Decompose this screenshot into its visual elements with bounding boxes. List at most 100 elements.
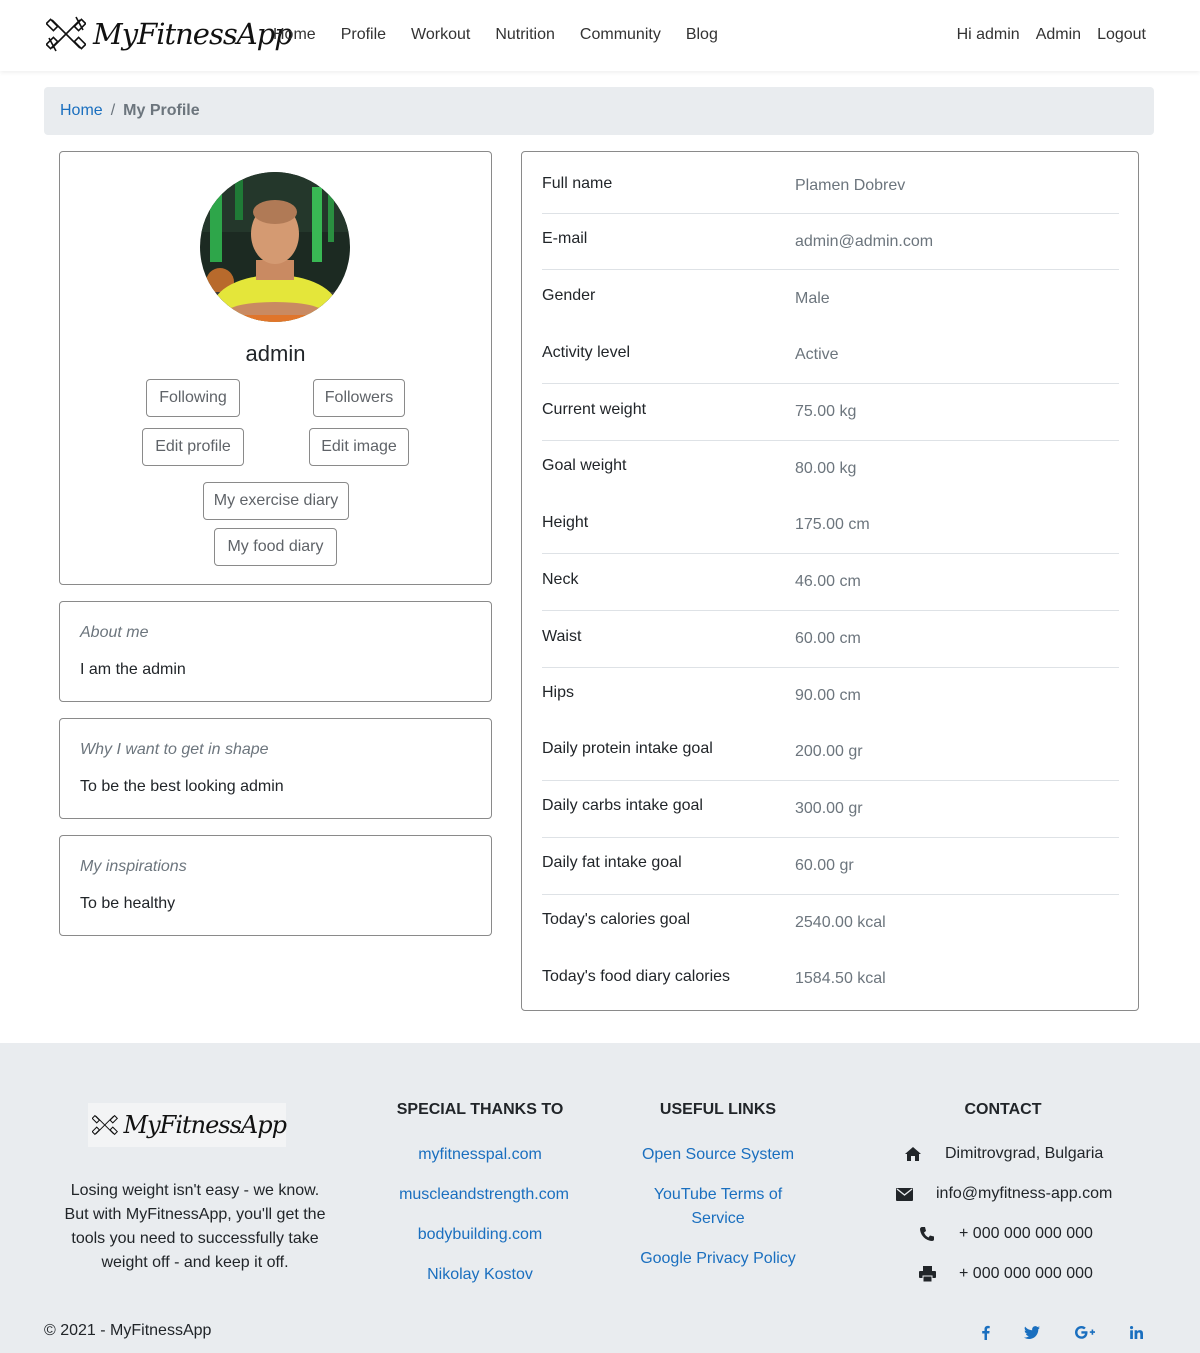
home-icon [903,1145,923,1163]
envelope-icon [894,1185,914,1203]
nav-nutrition[interactable]: Nutrition [495,26,555,44]
nav-admin[interactable]: Admin [1036,26,1081,44]
copyright: © 2021 - MyFitnessApp [44,1322,212,1339]
nav-logout[interactable]: Logout [1097,26,1146,44]
detail-row-email: E-mail admin@admin.com [542,213,1119,270]
linkedin-icon[interactable] [1126,1322,1146,1342]
google-plus-icon[interactable] [1074,1322,1096,1342]
contact-address: Dimitrovgrad, Bulgaria [903,1145,1103,1163]
footer-contact-column: CONTACT [903,1101,1103,1143]
useful-link-open-source[interactable]: Open Source System [628,1143,808,1167]
breadcrumb-home[interactable]: Home [60,102,103,120]
thanks-link-nikolay-kostov[interactable]: Nikolay Kostov [370,1263,590,1287]
inspirations-card: My inspirations To be healthy [59,835,492,936]
useful-link-youtube-terms[interactable]: YouTube Terms of Service [648,1183,788,1231]
detail-value: admin@admin.com [795,233,934,250]
footer-useful-title: USEFUL LINKS [659,1101,777,1118]
footer: MyFitnessApp Losing weight isn't easy - … [0,1043,1200,1353]
motivation-title: Why I want to get in shape [80,741,269,758]
detail-row-waist: Waist 60.00 cm [542,611,1119,668]
contact-address-text: Dimitrovgrad, Bulgaria [945,1145,1104,1162]
detail-row-neck: Neck 46.00 cm [542,554,1119,611]
breadcrumb-current: My Profile [123,102,200,119]
detail-value: 60.00 cm [795,630,861,647]
motivation-card: Why I want to get in shape To be the bes… [59,718,492,819]
contact-phone-text: + 000 000 000 000 [959,1225,1093,1242]
detail-value: 46.00 cm [795,573,861,590]
detail-value: Active [795,346,839,363]
contact-fax-text: + 000 000 000 000 [959,1265,1093,1282]
footer-thanks-column: SPECIAL THANKS TO myfitnesspal.com muscl… [370,1101,590,1303]
detail-label: Goal weight [542,457,627,474]
main-nav: Home Profile Workout Nutrition Community… [273,26,743,44]
following-button[interactable]: Following [146,379,240,417]
nav-blog[interactable]: Blog [686,26,718,44]
nav-profile[interactable]: Profile [341,26,386,44]
contact-fax: + 000 000 000 000 [917,1265,1093,1283]
contact-email-text: info@myfitness-app.com [936,1185,1113,1202]
inspirations-text: To be healthy [80,895,176,912]
detail-label: Hips [542,684,575,701]
inspirations-title: My inspirations [80,858,187,875]
edit-profile-button[interactable]: Edit profile [142,428,244,466]
nav-greeting[interactable]: Hi admin [957,26,1020,44]
useful-link-google-privacy[interactable]: Google Privacy Policy [628,1247,808,1271]
detail-label: E-mail [542,230,588,247]
detail-row-hips: Hips 90.00 cm [542,668,1119,725]
detail-label: Height [542,514,589,531]
detail-label: Full name [542,175,613,192]
detail-label: Daily fat intake goal [542,854,682,871]
detail-row-gender: Gender Male [542,270,1119,327]
thanks-link-myfitnesspal[interactable]: myfitnesspal.com [370,1143,590,1167]
detail-label: Daily carbs intake goal [542,797,703,814]
contact-email: info@myfitness-app.com [894,1185,1112,1203]
detail-value: 300.00 gr [795,800,863,817]
edit-image-button[interactable]: Edit image [309,428,409,466]
nav-home[interactable]: Home [273,26,316,44]
footer-thanks-title: SPECIAL THANKS TO [396,1101,564,1118]
detail-row-protein-goal: Daily protein intake goal 200.00 gr [542,724,1119,781]
food-diary-button[interactable]: My food diary [214,528,337,566]
followers-button[interactable]: Followers [313,379,405,417]
detail-label: Today's calories goal [542,911,691,928]
detail-label: Waist [542,628,582,645]
detail-value: 200.00 gr [795,743,863,760]
motivation-text: To be the best looking admin [80,778,284,795]
detail-row-current-weight: Current weight 75.00 kg [542,384,1119,441]
about-me-card: About me I am the admin [59,601,492,702]
phone-icon [917,1225,937,1243]
profile-username: admin [245,341,306,366]
about-me-title: About me [80,624,149,641]
user-nav: Hi admin Admin Logout [941,26,1146,44]
twitter-icon[interactable] [1022,1322,1042,1342]
thanks-link-muscleandstrength[interactable]: muscleandstrength.com [378,1183,590,1207]
brand-logo[interactable]: MyFitnessApp [46,14,293,54]
thanks-link-bodybuilding[interactable]: bodybuilding.com [370,1223,590,1247]
detail-label: Activity level [542,344,631,361]
breadcrumb-separator: / [110,102,116,119]
exercise-diary-button[interactable]: My exercise diary [203,482,349,520]
facebook-icon[interactable] [975,1322,995,1342]
nav-workout[interactable]: Workout [411,26,470,44]
detail-row-food-diary-calories: Today's food diary calories 1584.50 kcal [542,952,1119,1009]
detail-label: Daily protein intake goal [542,740,713,757]
detail-row-carbs-goal: Daily carbs intake goal 300.00 gr [542,781,1119,838]
avatar-photo [200,172,350,322]
footer-useful-column: USEFUL LINKS Open Source System YouTube … [628,1101,808,1287]
contact-phone: + 000 000 000 000 [917,1225,1093,1243]
detail-label: Current weight [542,401,647,418]
detail-label: Neck [542,571,579,588]
detail-label: Today's food diary calories [542,968,731,985]
footer-contact-title: CONTACT [964,1101,1042,1118]
detail-value: 1584.50 kcal [795,970,886,987]
dumbbell-icon [46,16,86,52]
detail-value: Plamen Dobrev [795,177,906,194]
footer-about-text: Losing weight isn't easy - we know. But … [64,1182,326,1271]
nav-community[interactable]: Community [580,26,661,44]
detail-label: Gender [542,287,596,304]
avatar [200,172,350,322]
printer-icon [917,1265,937,1283]
detail-value: Male [795,290,830,307]
detail-row-full-name: Full name Plamen Dobrev [542,157,1119,214]
detail-value: 175.00 cm [795,516,870,533]
